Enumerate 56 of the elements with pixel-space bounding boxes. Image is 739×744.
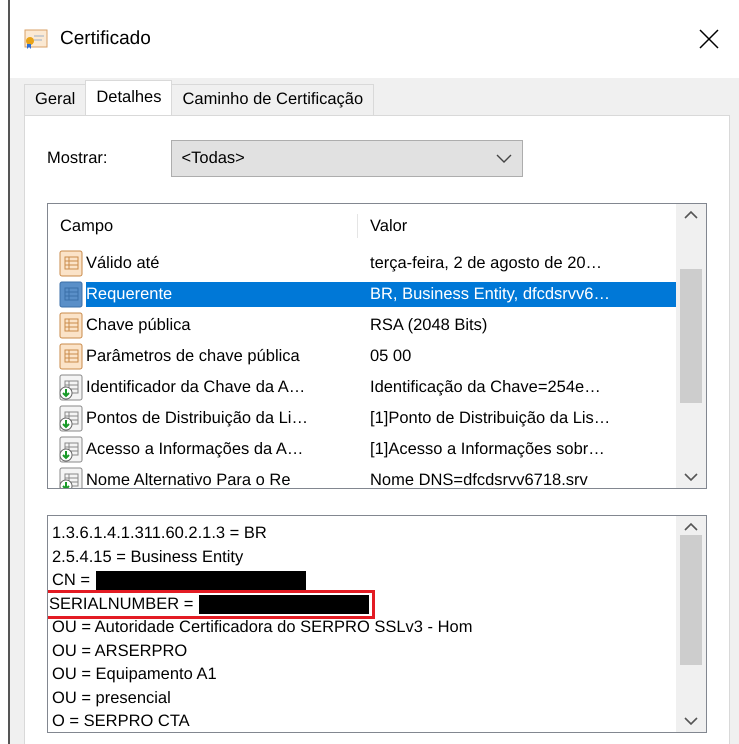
field-name: Válido até xyxy=(86,253,160,274)
scroll-down-icon xyxy=(684,717,698,726)
field-row[interactable]: Nome Alternativo Para o Re Nome DNS=dfcdsrvv6718.srv xyxy=(48,465,676,488)
field-row[interactable]: Parâmetros de chave pública 05 00 xyxy=(48,341,676,372)
field-name: Acesso a Informações da A… xyxy=(86,439,304,460)
field-value: RSA (2048 Bits) xyxy=(370,316,488,334)
field-value: Identificação da Chave=254e… xyxy=(370,378,601,396)
field-value: [1]Ponto de Distribuição da Lis… xyxy=(370,409,610,428)
tab[interactable]: Caminho de Certificação xyxy=(171,84,374,115)
tab[interactable]: Geral xyxy=(24,84,86,115)
extension-icon xyxy=(58,405,84,432)
detail-line: 2.5.4.15 = Business Entity xyxy=(52,546,244,568)
field-name: Chave pública xyxy=(86,315,191,336)
scroll-up-icon xyxy=(684,210,698,219)
scroll-down-icon xyxy=(684,473,698,482)
field-name: Identificador da Chave da A… xyxy=(86,377,306,398)
detail-line: OU = Equipamento A1 xyxy=(52,664,217,686)
field-row[interactable]: Válido até terça-feira, 2 de agosto de 20… xyxy=(48,248,676,279)
show-label: Mostrar: xyxy=(47,148,108,170)
scrollbar[interactable] xyxy=(676,516,706,732)
show-dropdown[interactable]: <Todas> xyxy=(170,140,523,177)
column-header: Campo xyxy=(48,214,358,238)
detail-line: OU = presencial xyxy=(52,688,171,709)
field-row[interactable]: Chave pública RSA (2048 Bits) xyxy=(48,310,676,341)
field-value: [1]Acesso a Informações sobr… xyxy=(370,440,605,458)
column-header: Valor xyxy=(369,216,408,237)
detail-line: SERIALNUMBER = xyxy=(49,594,194,615)
detail-line: O = SERPRO CTA xyxy=(52,711,190,732)
property-icon xyxy=(58,281,84,308)
property-icon xyxy=(58,343,84,370)
field-value: 05 00 xyxy=(370,347,412,366)
detail-line: OU = ARSERPRO xyxy=(52,640,188,662)
property-icon xyxy=(58,250,84,277)
certificate-icon xyxy=(24,28,48,50)
field-value: Nome DNS=dfcdsrvv6718.srv xyxy=(370,471,588,488)
field-name: Requerente xyxy=(86,282,358,307)
extension-icon xyxy=(58,436,84,463)
detail-line: OU = Autoridade Certificadora do SERPRO SSLv3 - Hom xyxy=(52,617,472,638)
detail-line: 1.3.6.1.4.1.311.60.2.1.3 = BR xyxy=(52,523,267,544)
extension-icon xyxy=(58,374,84,401)
field-row[interactable]: Acesso a Informações da A… [1]Acesso a Informações sobr… xyxy=(48,434,676,465)
field-name: Parâmetros de chave pública xyxy=(86,346,300,368)
field-name: Nome Alternativo Para o Re xyxy=(86,470,291,488)
field-value: BR, Business Entity, dfcdsrvv6… xyxy=(370,285,610,304)
field-row[interactable]: Identificador da Chave da A… Identificação da Chave=254e… xyxy=(48,372,676,403)
field-value: terça-feira, 2 de agosto de 20… xyxy=(370,254,602,272)
window-title: Certificado xyxy=(60,26,151,51)
field-row[interactable]: Pontos de Distribuição da Li… [1]Ponto de Distribuição da Lis… xyxy=(48,403,676,434)
scroll-up-icon xyxy=(684,522,698,531)
detail-line: CN = xyxy=(52,570,90,592)
field-name: Pontos de Distribuição da Li… xyxy=(86,408,308,430)
tab[interactable]: Detalhes xyxy=(85,80,172,115)
property-icon xyxy=(58,312,84,339)
field-row[interactable]: Requerente BR, Business Entity, dfcdsrvv6… xyxy=(48,279,676,310)
scrollbar[interactable] xyxy=(676,204,706,488)
chevron-down-icon xyxy=(496,154,512,164)
